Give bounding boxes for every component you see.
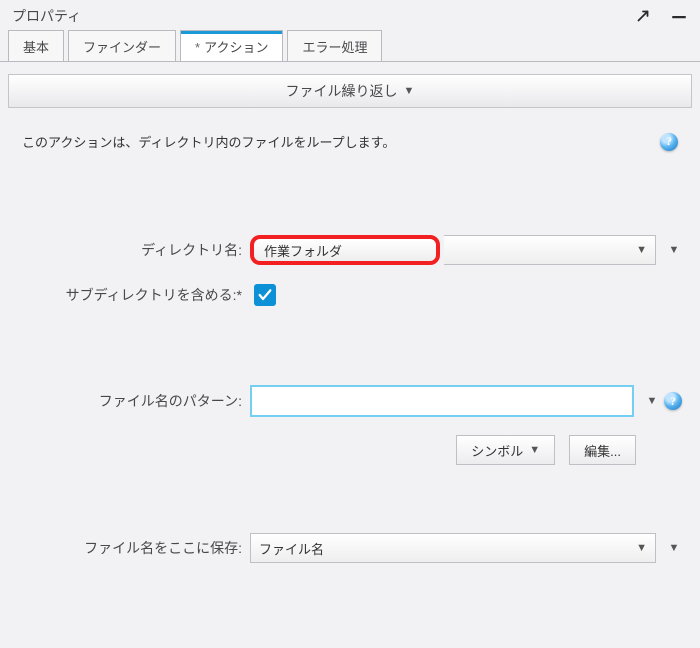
row-include-subdirs: サブディレクトリを含める:* <box>14 273 686 317</box>
window-title: プロパティ <box>12 6 81 26</box>
tab-basic[interactable]: 基本 <box>8 30 64 61</box>
tab-finder[interactable]: ファインダー <box>68 30 176 61</box>
directory-dropdown[interactable]: 作業フォルダ <box>250 235 440 265</box>
pattern-input[interactable] <box>250 385 634 417</box>
tab-label: アクション <box>204 40 268 55</box>
row-save-to: ファイル名をここに保存: ファイル名 ▼ ▼ <box>14 525 686 571</box>
row-directory: ディレクトリ名: 作業フォルダ ▼ ▼ <box>14 227 686 273</box>
tab-label: 基本 <box>23 40 49 55</box>
popout-icon[interactable] <box>634 7 652 25</box>
description-text: このアクションは、ディレクトリ内のファイルをループします。 <box>22 132 395 151</box>
label-directory: ディレクトリ名: <box>18 240 250 260</box>
titlebar-controls <box>634 7 688 25</box>
chevron-down-icon: ▼ <box>529 444 540 456</box>
button-label: 編集... <box>584 441 621 460</box>
label-include-subdirs: サブディレクトリを含める:* <box>18 285 250 305</box>
description-row: このアクションは、ディレクトリ内のファイルをループします。 ? <box>14 126 686 159</box>
chevron-down-icon: ▼ <box>636 244 647 256</box>
save-to-value: ファイル名 <box>259 539 324 558</box>
titlebar: プロパティ <box>0 0 700 30</box>
tab-label: ファインダー <box>83 40 161 55</box>
minimize-icon[interactable] <box>670 7 688 25</box>
tab-error[interactable]: エラー処理 <box>287 30 382 61</box>
pattern-buttons: シンボル ▼ 編集... <box>14 425 686 465</box>
step-header[interactable]: ファイル繰り返し ▼ <box>8 74 692 108</box>
tab-label: エラー処理 <box>302 40 367 55</box>
button-label: シンボル <box>471 441 523 460</box>
save-to-dropdown[interactable]: ファイル名 ▼ <box>250 533 656 563</box>
row-pattern: ファイル名のパターン: ▼ ? <box>14 377 686 425</box>
dirty-marker: * <box>237 287 242 303</box>
field-menu-caret[interactable]: ▼ <box>666 244 682 256</box>
include-subdirs-checkbox[interactable] <box>254 284 276 306</box>
directory-dropdown-ext[interactable]: ▼ <box>444 235 656 265</box>
help-icon[interactable]: ? <box>660 133 678 151</box>
step-title: ファイル繰り返し <box>286 81 398 101</box>
tabs: 基本 ファインダー * アクション エラー処理 <box>0 30 700 62</box>
label-pattern: ファイル名のパターン: <box>18 391 250 411</box>
chevron-down-icon: ▼ <box>404 85 415 97</box>
field-menu-caret[interactable]: ▼ <box>644 395 660 407</box>
tab-action[interactable]: * アクション <box>180 30 283 61</box>
help-icon[interactable]: ? <box>664 392 682 410</box>
directory-value: 作業フォルダ <box>264 241 342 260</box>
symbol-button[interactable]: シンボル ▼ <box>456 435 555 465</box>
edit-button[interactable]: 編集... <box>569 435 636 465</box>
label-save-to: ファイル名をここに保存: <box>18 538 250 558</box>
chevron-down-icon: ▼ <box>636 542 647 554</box>
dirty-marker: * <box>195 40 200 55</box>
field-menu-caret[interactable]: ▼ <box>666 542 682 554</box>
